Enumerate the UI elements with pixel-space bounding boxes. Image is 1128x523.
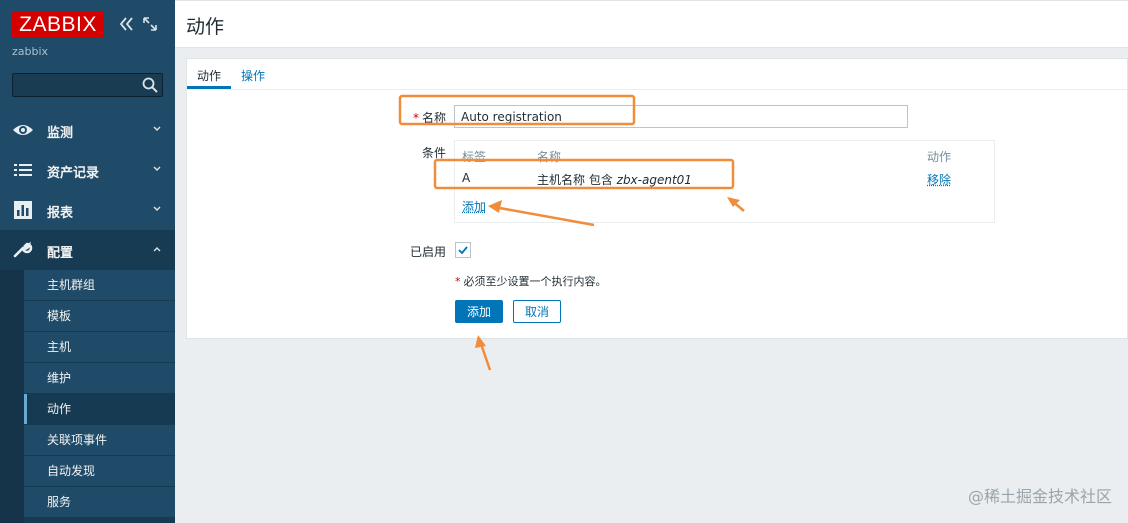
tab-operations[interactable]: 操作 <box>241 67 265 84</box>
condition-name: 主机名称 包含 zbx-agent01 <box>537 171 692 188</box>
sidebar-item-services[interactable]: 服务 <box>24 487 175 517</box>
tab-action[interactable]: 动作 <box>197 67 221 84</box>
enabled-checkbox[interactable] <box>455 242 471 258</box>
name-label: * 名称 <box>402 109 446 126</box>
wrench-icon <box>13 241 33 258</box>
configuration-submenu: 主机群组 模板 主机 维护 动作 关联项事件 自动发现 服务 <box>0 270 175 523</box>
add-condition-link[interactable]: 添加 <box>462 198 486 215</box>
kiosk-mode-icon[interactable] <box>143 17 157 31</box>
menu-label: 监测 <box>47 126 74 141</box>
required-note: * 必须至少设置一个执行内容。 <box>455 273 607 289</box>
required-note-text: 必须至少设置一个执行内容。 <box>463 275 607 288</box>
condition-value: zbx-agent01 <box>616 173 692 187</box>
add-button[interactable]: 添加 <box>455 300 503 323</box>
menu-label: 配置 <box>47 246 74 261</box>
search-input[interactable] <box>13 74 138 96</box>
sidebar-item-hosts[interactable]: 主机 <box>24 332 175 362</box>
check-icon <box>458 246 468 255</box>
sidebar-item-templates[interactable]: 模板 <box>24 301 175 331</box>
active-tab-indicator <box>187 86 231 89</box>
bar-chart-icon <box>14 201 32 219</box>
conditions-table: 标签 名称 动作 A 主机名称 包含 zbx-agent01 移除 添加 <box>454 140 995 223</box>
page-header: 动作 <box>175 0 1128 48</box>
server-name: zabbix <box>12 45 49 58</box>
menu-item-configuration[interactable]: 配置 <box>0 230 175 270</box>
sidebar-item-maintenance[interactable]: 维护 <box>24 363 175 393</box>
menu-item-reports[interactable]: 报表 <box>0 190 175 230</box>
list-icon <box>14 164 32 176</box>
search-box <box>12 73 163 97</box>
conditions-header-tag: 标签 <box>462 150 487 164</box>
conditions-label: 条件 <box>421 146 446 160</box>
required-asterisk: * <box>455 275 461 288</box>
chevron-down-icon <box>153 166 161 171</box>
condition-tag: A <box>462 171 471 185</box>
zabbix-logo[interactable]: ZABBIX <box>12 12 104 38</box>
collapse-sidebar-icon[interactable] <box>118 15 134 33</box>
sidebar-item-discovery[interactable]: 自动发现 <box>24 456 175 486</box>
required-asterisk: * <box>412 111 419 125</box>
name-label-text: 名称 <box>421 111 446 125</box>
remove-condition-link[interactable]: 移除 <box>927 171 951 188</box>
menu-item-inventory[interactable]: 资产记录 <box>0 150 175 190</box>
action-form-panel: 动作 操作 *名称 条件 标签 名称 动作 A 主机名称 包含 zbx-agen… <box>186 58 1128 339</box>
annotation-arrow-add-button <box>475 335 492 371</box>
name-input[interactable] <box>454 105 908 128</box>
conditions-header-name: 名称 <box>537 150 562 164</box>
tab-bar: 动作 操作 <box>187 59 1127 90</box>
watermark: @稀土掘金技术社区 <box>967 487 1112 506</box>
submenu-strip <box>0 270 24 523</box>
sidebar: ZABBIX zabbix 监测 资产记录 报表 配置 主机群组 模板 主机 维… <box>0 0 175 523</box>
logo-row: ZABBIX <box>12 12 167 38</box>
page-title: 动作 <box>186 16 225 38</box>
chevron-up-icon <box>153 247 161 252</box>
menu-label: 资产记录 <box>47 166 100 181</box>
search-icon[interactable] <box>142 77 158 93</box>
sidebar-item-event-correlation[interactable]: 关联项事件 <box>24 425 175 455</box>
menu-item-monitoring[interactable]: 监测 <box>0 110 175 150</box>
enabled-label: 已启用 <box>409 245 446 259</box>
conditions-header-action: 动作 <box>927 150 952 164</box>
cancel-button[interactable]: 取消 <box>513 300 561 323</box>
menu-label: 报表 <box>47 206 74 221</box>
chevron-down-icon <box>153 126 161 131</box>
chevron-down-icon <box>153 206 161 211</box>
sidebar-item-actions[interactable]: 动作 <box>24 394 175 424</box>
condition-name-text: 主机名称 包含 <box>537 173 617 187</box>
eye-icon <box>13 125 33 135</box>
sidebar-item-host-groups[interactable]: 主机群组 <box>24 270 175 300</box>
